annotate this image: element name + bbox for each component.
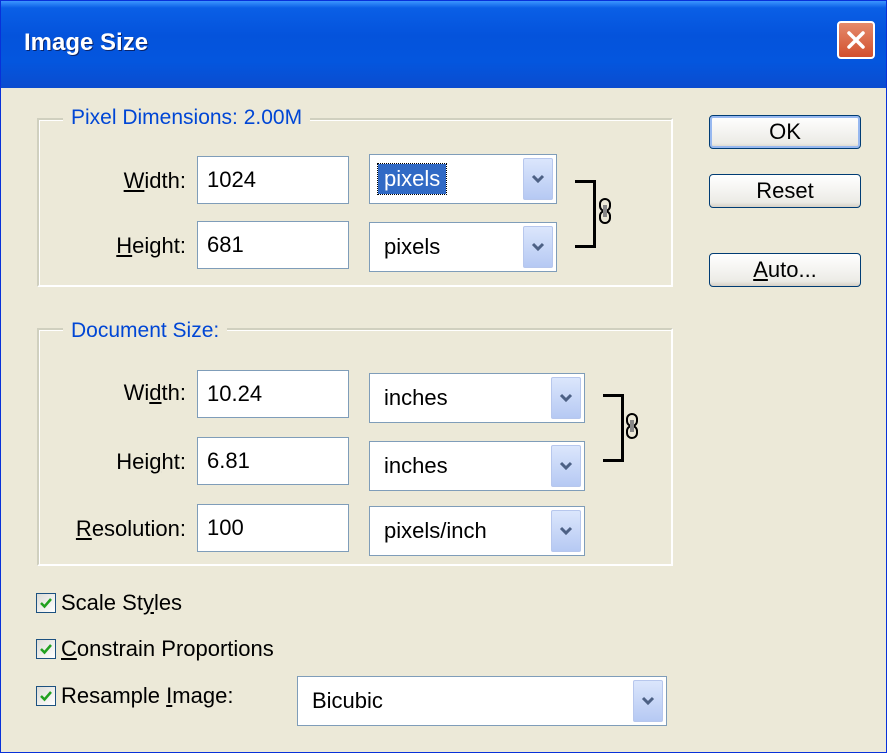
doc-width-unit-select[interactable]: inches bbox=[369, 373, 585, 423]
resolution-unit-select[interactable]: pixels/inch bbox=[369, 506, 585, 556]
resample-image-label[interactable]: Resample Image: bbox=[61, 682, 233, 710]
dropdown-arrow-button[interactable] bbox=[523, 226, 553, 268]
resample-method-value: Bicubic bbox=[312, 688, 383, 713]
pixel-width-unit-value: pixels bbox=[376, 163, 448, 195]
resolution-unit-value: pixels/inch bbox=[384, 518, 487, 543]
pixel-dimensions-legend: Pixel Dimensions: 2.00M bbox=[63, 106, 311, 130]
image-size-dialog: Image Size Pixel Dimensions: 2.00M Width… bbox=[0, 0, 887, 753]
dropdown-arrow-button[interactable] bbox=[633, 680, 663, 722]
dropdown-arrow-button[interactable] bbox=[551, 377, 581, 419]
chain-link-icon bbox=[625, 413, 639, 444]
scale-styles-checkbox[interactable] bbox=[36, 593, 56, 613]
scale-styles-label[interactable]: Scale Styles bbox=[61, 589, 182, 617]
pixel-width-label: Width: bbox=[123, 168, 186, 193]
chain-link-icon bbox=[598, 198, 612, 229]
title-bar[interactable]: Image Size bbox=[1, 1, 886, 88]
pixel-width-input[interactable]: 1024 bbox=[197, 156, 349, 204]
doc-height-label: Height: bbox=[116, 449, 186, 474]
dialog-body: Pixel Dimensions: 2.00M Width: 1024 pixe… bbox=[1, 88, 886, 752]
pixel-height-label: Height: bbox=[116, 233, 186, 258]
dialog-title: Image Size bbox=[24, 29, 149, 56]
resolution-label: Resolution: bbox=[75, 516, 186, 541]
doc-width-label: Width: bbox=[123, 380, 186, 405]
resolution-input[interactable]: 100 bbox=[197, 504, 349, 552]
close-button[interactable] bbox=[837, 21, 875, 59]
dropdown-arrow-button[interactable] bbox=[551, 445, 581, 487]
auto-button[interactable]: Auto... bbox=[709, 253, 861, 287]
doc-height-unit-select[interactable]: inches bbox=[369, 441, 585, 491]
doc-height-input[interactable]: 6.81 bbox=[197, 437, 349, 485]
constrain-proportions-checkbox[interactable] bbox=[36, 639, 56, 659]
doc-width-unit-value: inches bbox=[384, 385, 448, 410]
pixel-width-unit-select[interactable]: pixels bbox=[369, 154, 557, 204]
reset-button[interactable]: Reset bbox=[709, 174, 861, 208]
pixel-height-unit-value: pixels bbox=[384, 234, 441, 259]
document-size-legend: Document Size: bbox=[63, 319, 228, 343]
dropdown-arrow-button[interactable] bbox=[523, 158, 553, 200]
resample-image-checkbox[interactable] bbox=[36, 686, 56, 706]
resample-method-select[interactable]: Bicubic bbox=[297, 676, 667, 726]
ok-button[interactable]: OK bbox=[709, 115, 861, 149]
pixel-height-unit-select[interactable]: pixels bbox=[369, 222, 557, 272]
constrain-bracket bbox=[575, 180, 596, 248]
dropdown-arrow-button[interactable] bbox=[551, 510, 581, 552]
doc-width-input[interactable]: 10.24 bbox=[197, 370, 349, 418]
constrain-proportions-label[interactable]: Constrain Proportions bbox=[61, 635, 274, 663]
pixel-height-input[interactable]: 681 bbox=[197, 221, 349, 269]
constrain-bracket bbox=[603, 394, 624, 462]
doc-height-unit-value: inches bbox=[384, 453, 448, 478]
